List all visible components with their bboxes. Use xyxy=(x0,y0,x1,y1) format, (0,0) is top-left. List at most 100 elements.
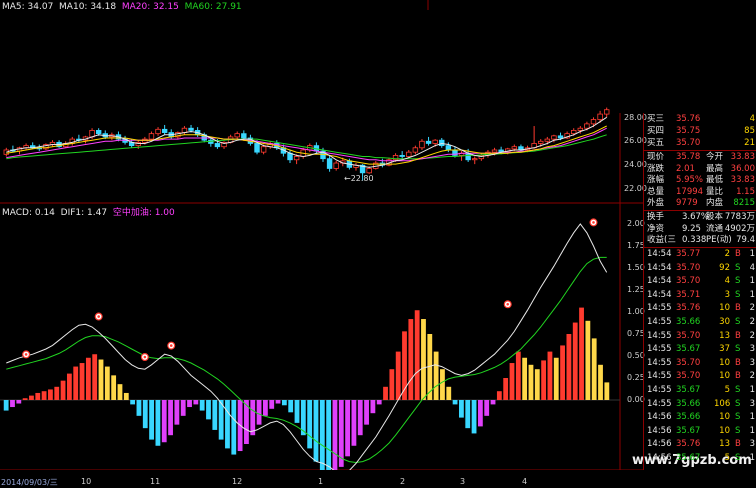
stat-label: 最低 xyxy=(706,175,724,186)
candle-body xyxy=(214,143,221,148)
macd-bar xyxy=(509,363,515,400)
tick-price: 35.76 xyxy=(676,303,701,314)
stat-value: 36.00 xyxy=(730,163,755,174)
tick-row[interactable]: 14:56 35.67 10 S 1 xyxy=(644,426,756,437)
macd-bar xyxy=(250,400,256,436)
tick-row[interactable]: 14:54 35.77 2 B 1 xyxy=(644,249,756,260)
tick-count: 1 xyxy=(749,276,755,287)
tick-count: 1 xyxy=(749,412,755,423)
quote-label: 买四 xyxy=(647,126,665,136)
tick-count: 1 xyxy=(749,385,755,395)
tick-price: 35.71 xyxy=(676,289,701,300)
tick-row[interactable]: 14:56 35.67 5 S 1 xyxy=(644,453,756,464)
quote-row[interactable]: 买四 35.75 85 xyxy=(644,126,756,137)
tick-row[interactable]: 14:55 35.76 10 B 2 xyxy=(644,303,756,314)
macd-bar xyxy=(41,391,47,400)
tick-count: 3 xyxy=(749,344,755,355)
tick-time: 14:56 xyxy=(647,425,672,436)
tick-count: 2 xyxy=(749,371,755,382)
macd-bar xyxy=(364,400,369,425)
macd-bar xyxy=(598,364,603,400)
tick-side: B xyxy=(735,330,741,341)
candle-body xyxy=(293,156,300,161)
signal-marker-dot xyxy=(97,315,100,318)
stat-label: 总量 xyxy=(647,186,665,197)
tick-row[interactable]: 14:54 35.70 4 S 1 xyxy=(644,276,756,287)
candle-body xyxy=(544,138,551,142)
candle-body xyxy=(366,168,372,174)
macd-bar xyxy=(465,400,471,429)
macd-bar xyxy=(149,400,154,440)
tick-side: B xyxy=(735,371,741,382)
tick-row[interactable]: 14:55 35.66 30 S 2 xyxy=(644,317,756,328)
tick-row[interactable]: 14:56 35.66 10 S 1 xyxy=(644,412,756,423)
stat-value: 1.15 xyxy=(736,186,755,197)
macd-bar xyxy=(117,384,123,400)
macd-bar xyxy=(256,400,262,425)
macd-bar xyxy=(66,373,72,400)
tick-volume: 13 xyxy=(719,330,730,341)
ma-legend: MA5: 34.07 MA10: 34.18 MA20: 32.15 MA60:… xyxy=(2,2,242,12)
macd-bar xyxy=(155,400,161,446)
stat-row: 现价 35.78 今开 33.83 xyxy=(644,152,756,163)
tick-time: 14:56 xyxy=(647,439,672,450)
macd-bar xyxy=(547,351,553,400)
tick-row[interactable]: 14:55 35.67 37 S 3 xyxy=(644,344,756,355)
macd-bar xyxy=(351,400,357,446)
macd-bar xyxy=(433,351,439,400)
tick-side: S xyxy=(735,317,741,327)
stat-row: 涨幅 5.95% 最低 33.83 xyxy=(644,175,756,186)
quote-row[interactable]: 买三 35.76 4 xyxy=(644,114,756,125)
macd-bar xyxy=(566,334,572,400)
tick-row[interactable]: 14:55 35.67 5 S 1 xyxy=(644,385,756,396)
tick-count: 3 xyxy=(749,398,755,409)
candle-body xyxy=(511,146,518,150)
tick-volume: 106 xyxy=(714,398,731,409)
tick-row[interactable]: 14:54 35.70 92 S 4 xyxy=(644,263,756,274)
tick-row[interactable]: 14:54 35.71 3 S 1 xyxy=(644,290,756,301)
candle-body xyxy=(161,128,168,133)
macd-bar xyxy=(579,307,584,400)
macd-bar xyxy=(60,380,66,400)
macd-bar xyxy=(54,386,60,400)
quote-row[interactable]: 买五 35.70 21 xyxy=(644,138,756,149)
tick-time: 14:54 xyxy=(647,276,672,287)
stat-value: 2.01 xyxy=(676,163,695,174)
tick-row[interactable]: 14:55 35.70 10 B 2 xyxy=(644,371,756,382)
stat-value: 9779 xyxy=(676,198,698,209)
quote-price: 35.76 xyxy=(676,114,701,124)
tick-row[interactable]: 14:55 35.66 106 S 3 xyxy=(644,399,756,410)
tick-row[interactable]: 14:55 35.70 13 B 2 xyxy=(644,331,756,342)
x-axis-label: 4 xyxy=(522,477,528,486)
macd-bar xyxy=(262,400,268,416)
tick-row[interactable]: 14:56 35.76 13 B 3 xyxy=(644,439,756,450)
macd-bar xyxy=(29,395,34,400)
macd-bar xyxy=(389,369,395,400)
info-row: 净资 9.25 流通 4902万 xyxy=(644,224,756,235)
candle-body xyxy=(419,140,425,149)
stat-label: 涨幅 xyxy=(647,175,665,186)
candle-body xyxy=(597,113,603,120)
candle-body xyxy=(95,129,102,135)
tick-time: 14:55 xyxy=(647,303,672,314)
macd-bar xyxy=(225,400,230,449)
candle-body xyxy=(326,158,333,169)
signal-marker-dot xyxy=(506,302,510,306)
tick-volume: 10 xyxy=(719,371,730,382)
stat-value: 33.83 xyxy=(730,152,755,162)
quote-panel: 买三 35.76 4 买四 35.75 85 买五 35.70 21 现价 35.… xyxy=(643,113,756,470)
tick-row[interactable]: 14:55 35.70 10 B 3 xyxy=(644,358,756,369)
macd-bar xyxy=(313,400,319,462)
macd-bar xyxy=(515,351,521,400)
macd-bar xyxy=(22,398,28,400)
stat-row: 总量 17994 量比 1.15 xyxy=(644,187,756,198)
candle-body xyxy=(432,139,438,144)
candle-body xyxy=(333,162,339,169)
info-value: 4902万 xyxy=(724,223,755,234)
stat-label: 内盘 xyxy=(706,198,724,209)
tick-side: S xyxy=(735,289,741,300)
macd-bar xyxy=(180,400,186,416)
tick-side: S xyxy=(735,398,741,409)
stock-chart[interactable] xyxy=(0,0,643,470)
info-label: 股本 xyxy=(706,212,724,222)
